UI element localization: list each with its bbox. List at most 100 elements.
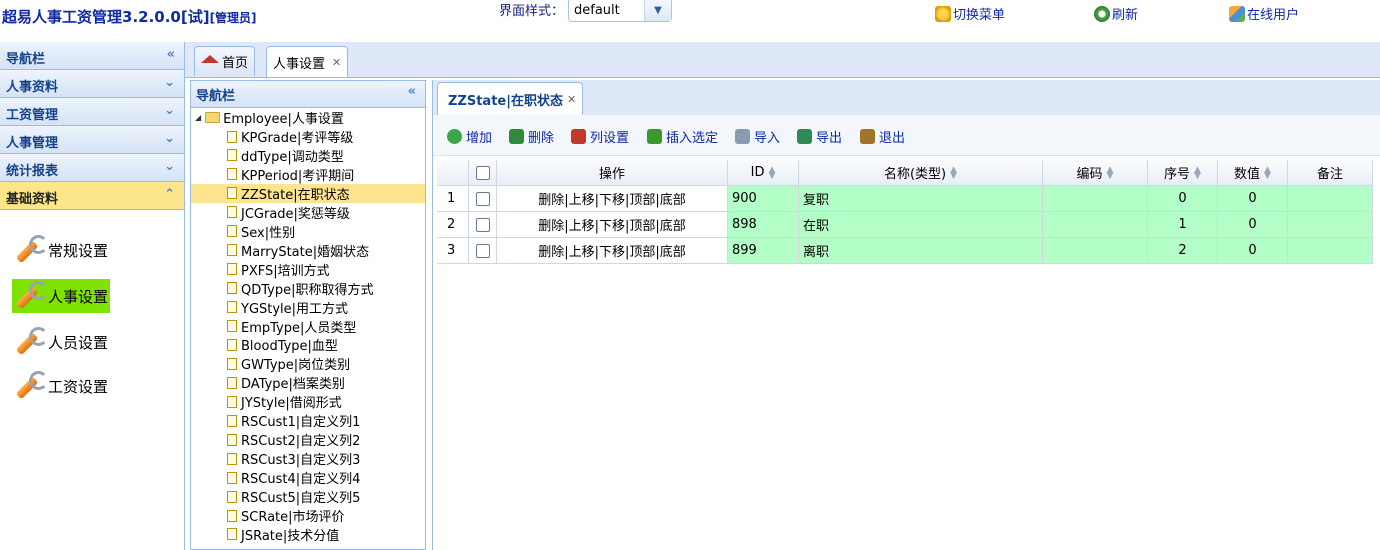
tree-node[interactable]: RSCust4|自定义列4	[191, 468, 425, 487]
nav-section-renshi-ziliao[interactable]: 人事资料 ⌄	[0, 70, 184, 98]
tab-hr-settings-label: 人事设置	[273, 56, 326, 72]
operations-cell[interactable]: 删除|上移|下移|顶部|底部	[497, 186, 728, 212]
import-button[interactable]: 导入	[735, 127, 780, 146]
row-checkbox[interactable]	[475, 217, 490, 232]
tree-node-label: GWType|岗位类别	[241, 358, 351, 374]
add-button[interactable]: 增加	[447, 127, 492, 146]
operations-cell[interactable]: 删除|上移|下移|顶部|底部	[497, 212, 728, 238]
expand-triangle-icon[interactable]: ◢	[195, 113, 201, 122]
chevron-down-icon[interactable]: ▼	[644, 0, 671, 21]
online-users-button[interactable]: 在线用户	[1229, 4, 1299, 23]
row-number: 2	[447, 217, 456, 232]
delete-icon	[509, 129, 524, 144]
tab-zzstate[interactable]: ZZState|在职状态 ✕	[437, 82, 584, 115]
nav-section-gongzi-guanli[interactable]: 工资管理 ⌄	[0, 98, 184, 126]
row-operations[interactable]: 删除|上移|下移|顶部|底部	[538, 189, 686, 208]
table-row[interactable]: 2 删除|上移|下移|顶部|底部 898 在职 1 0	[437, 212, 1373, 238]
collapse-left-icon[interactable]: «	[167, 47, 175, 62]
tree-node[interactable]: DAType|档案类别	[191, 373, 425, 392]
tree-node[interactable]: RSCust2|自定义列2	[191, 430, 425, 449]
style-select[interactable]: default ▼	[568, 0, 672, 22]
table-row[interactable]: 1 删除|上移|下移|顶部|底部 900 复职 0 0	[437, 186, 1373, 212]
close-icon[interactable]: ✕	[567, 93, 576, 106]
close-icon[interactable]: ✕	[332, 56, 341, 69]
checkbox-header[interactable]	[469, 160, 497, 186]
tree-node[interactable]: JSRate|技术分值	[191, 525, 425, 544]
chevron-double-down-icon: ⌄	[164, 131, 175, 146]
tree-node[interactable]: PXFS|培训方式	[191, 260, 425, 279]
id-value: 899	[732, 243, 757, 258]
tool-staff-settings[interactable]: 人员设置	[12, 325, 108, 359]
column-header[interactable]: 序号 ▲ ▼	[1148, 160, 1218, 186]
operations-cell[interactable]: 删除|上移|下移|顶部|底部	[497, 238, 728, 264]
tree-node-label: Sex|性别	[241, 225, 296, 241]
nav-section-renshi-guanli[interactable]: 人事管理 ⌄	[0, 126, 184, 154]
delete-button[interactable]: 删除	[509, 127, 554, 146]
chevron-double-down-icon: ⌄	[164, 75, 175, 90]
column-header[interactable]: 编码 ▲ ▼	[1043, 160, 1148, 186]
row-operations[interactable]: 删除|上移|下移|顶部|底部	[538, 241, 686, 260]
document-icon	[227, 471, 237, 484]
switch-menu-button[interactable]: 切换菜单	[935, 4, 1005, 23]
tree-node[interactable]: RSCust1|自定义列1	[191, 411, 425, 430]
tab-hr-settings[interactable]: 人事设置 ✕	[266, 46, 349, 77]
nav-section-tongji-baobiao[interactable]: 统计报表 ⌄	[0, 154, 184, 182]
column-settings-icon	[571, 129, 586, 144]
tree-node-label: QDType|职称取得方式	[241, 282, 374, 298]
export-button[interactable]: 导出	[797, 127, 842, 146]
tree-node[interactable]: KPPeriod|考评期间	[191, 165, 425, 184]
insert-button[interactable]: 插入选定	[647, 127, 718, 146]
checkbox-cell[interactable]	[469, 238, 497, 264]
tree-node[interactable]: ddType|调动类型	[191, 146, 425, 165]
tool-hr-settings[interactable]: 人事设置	[12, 279, 111, 313]
tree-node[interactable]: QDType|职称取得方式	[191, 279, 425, 298]
tree-node[interactable]: JYStyle|借阅形式	[191, 392, 425, 411]
tree-root-node[interactable]: ◢ Employee|人事设置	[195, 108, 344, 127]
row-number-cell: 1	[437, 186, 469, 212]
toolbar-label: 退出	[879, 131, 906, 146]
checkbox-cell[interactable]	[469, 212, 497, 238]
table-row[interactable]: 3 删除|上移|下移|顶部|底部 899 离职 2 0	[437, 238, 1373, 264]
tree-node[interactable]: MarryState|婚姻状态	[191, 241, 425, 260]
tree-node[interactable]: EmpType|人员类型	[191, 317, 425, 336]
seq-cell: 0	[1148, 186, 1218, 212]
collapse-left-icon[interactable]: «	[408, 84, 416, 99]
tree-node[interactable]: ZZState|在职状态	[191, 183, 425, 203]
row-checkbox[interactable]	[475, 243, 490, 258]
tree-node[interactable]: RSCust5|自定义列5	[191, 487, 425, 506]
column-header[interactable]: ID ▲ ▼	[728, 160, 799, 186]
row-operations[interactable]: 删除|上移|下移|顶部|底部	[538, 215, 686, 234]
select-all-checkbox[interactable]	[475, 165, 490, 180]
tree-node[interactable]: Sex|性别	[191, 222, 425, 241]
main-tab-bar: 首页 人事设置 ✕	[185, 42, 1380, 78]
online-users-icon	[1229, 5, 1245, 22]
column-settings-button[interactable]: 列设置	[571, 127, 629, 146]
tree-node[interactable]: SCRate|市场评价	[191, 506, 425, 525]
home-icon	[201, 54, 219, 63]
exit-button[interactable]: 退出	[860, 127, 905, 146]
refresh-button[interactable]: 刷新	[1094, 4, 1138, 23]
document-icon	[227, 433, 237, 446]
row-checkbox[interactable]	[475, 191, 490, 206]
nav-section-jichu-ziliao[interactable]: 基础资料 ⌃	[0, 182, 184, 210]
name-cell: 离职	[799, 238, 1043, 264]
tree-node[interactable]: GWType|岗位类别	[191, 354, 425, 373]
tree-node[interactable]: YGStyle|用工方式	[191, 298, 425, 317]
style-select-value: default	[574, 3, 620, 18]
tree-node[interactable]: JCGrade|奖惩等级	[191, 203, 425, 222]
tree-node[interactable]: RSCust3|自定义列3	[191, 449, 425, 468]
column-header[interactable]: 数值 ▲ ▼	[1218, 160, 1288, 186]
leftnav-title: 导航栏	[6, 52, 46, 67]
tree-node[interactable]: KPGrade|考评等级	[191, 127, 425, 146]
checkbox-cell[interactable]	[469, 186, 497, 212]
column-header[interactable]: 名称(类型) ▲ ▼	[799, 160, 1043, 186]
sort-icon: ▲ ▼	[1194, 164, 1201, 181]
tool-salary-settings[interactable]: 工资设置	[12, 369, 108, 403]
tree-node[interactable]: BloodType|血型	[191, 335, 425, 354]
column-header-label: ID	[750, 165, 765, 180]
wrench-icon	[12, 369, 48, 403]
column-header: 备注	[1288, 160, 1373, 186]
tool-general-settings[interactable]: 常规设置	[12, 233, 108, 267]
note-cell	[1288, 238, 1373, 264]
tab-home[interactable]: 首页	[194, 46, 256, 76]
